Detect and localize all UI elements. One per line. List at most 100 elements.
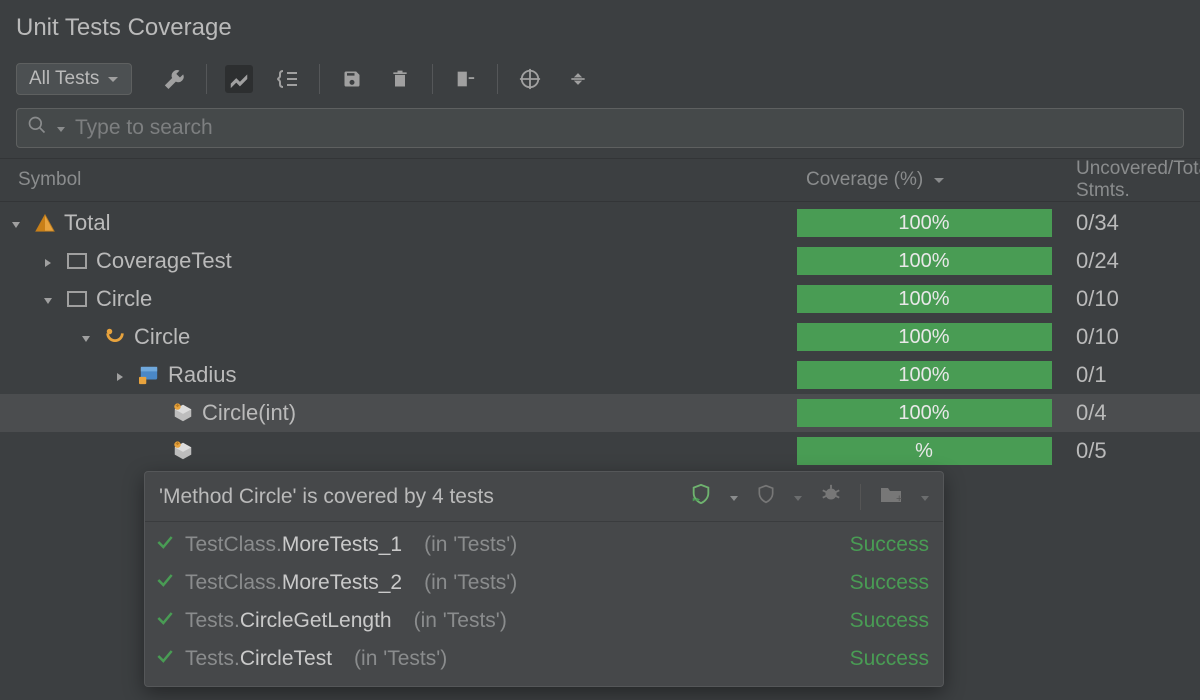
bug-icon[interactable]	[820, 483, 842, 511]
test-status: Success	[850, 533, 929, 557]
uncovered-value: 0/10	[1062, 324, 1200, 350]
target-icon[interactable]	[516, 65, 544, 93]
coverage-bar: 100%	[797, 247, 1052, 275]
chevron-down-icon	[107, 68, 119, 90]
spacer	[148, 405, 164, 421]
tree-row-label: Circle(int)	[202, 400, 296, 426]
panel-title: Unit Tests Coverage	[0, 0, 1200, 56]
coverage-bar: 100%	[797, 209, 1052, 237]
popup-title: 'Method Circle' is covered by 4 tests	[159, 485, 494, 509]
tree-row[interactable]: Radius100%0/1	[0, 356, 1200, 394]
expand-arrow-icon[interactable]	[42, 291, 58, 307]
popup-header: 'Method Circle' is covered by 4 tests +	[145, 472, 943, 522]
shield-run-icon[interactable]	[690, 483, 712, 511]
svg-text:+: +	[896, 493, 902, 504]
toolbar-separator	[497, 64, 498, 94]
folder-add-icon[interactable]: +	[879, 484, 903, 510]
test-location: (in 'Tests')	[424, 533, 517, 557]
column-coverage[interactable]: Coverage (%)	[786, 169, 1062, 191]
popup-body: TestClass.MoreTests_1 (in 'Tests') Success…	[145, 522, 943, 686]
covering-tests-popup: 'Method Circle' is covered by 4 tests + …	[144, 471, 944, 687]
test-location: (in 'Tests')	[354, 647, 447, 671]
column-uncovered-label: Uncovered/Total Stmts.	[1076, 158, 1200, 202]
test-status: Success	[850, 647, 929, 671]
toolbar-separator	[206, 64, 207, 94]
expand-arrow-icon[interactable]	[80, 329, 96, 345]
test-location: (in 'Tests')	[414, 609, 507, 633]
test-status: Success	[850, 609, 929, 633]
toolbar: All Tests	[0, 56, 1200, 108]
toolbar-separator	[319, 64, 320, 94]
column-symbol[interactable]: Symbol	[0, 169, 786, 191]
search-icon	[27, 115, 47, 141]
chevron-down-icon[interactable]	[794, 486, 802, 508]
coverage-bar: 100%	[797, 323, 1052, 351]
test-location: (in 'Tests')	[424, 571, 517, 595]
class-icon	[104, 326, 126, 348]
uncovered-value: 0/10	[1062, 286, 1200, 312]
tree-row-label: CoverageTest	[96, 248, 232, 274]
uncovered-value: 0/34	[1062, 210, 1200, 236]
all-tests-dropdown[interactable]: All Tests	[16, 63, 132, 95]
toolbar-separator	[432, 64, 433, 94]
expand-arrow-icon[interactable]	[42, 253, 58, 269]
uncovered-value: 0/1	[1062, 362, 1200, 388]
chevron-down-icon	[57, 117, 65, 139]
shield-icon[interactable]	[756, 483, 776, 511]
wrench-icon[interactable]	[160, 65, 188, 93]
total-icon	[34, 212, 56, 234]
chevron-down-icon[interactable]	[730, 486, 738, 508]
tree-row-label: Total	[64, 210, 110, 236]
check-icon	[155, 570, 175, 596]
coverage-bar: %	[797, 437, 1052, 465]
test-row[interactable]: TestClass.MoreTests_2 (in 'Tests') Success	[145, 564, 943, 602]
export-icon[interactable]	[451, 65, 479, 93]
test-row[interactable]: Tests.CircleGetLength (in 'Tests') Success	[145, 602, 943, 640]
sort-desc-icon	[933, 169, 945, 191]
trash-icon[interactable]	[386, 65, 414, 93]
braces-icon[interactable]	[273, 65, 301, 93]
test-full-name: Tests.CircleGetLength	[185, 609, 392, 633]
tree-row[interactable]: Circle(int)100%0/4	[0, 394, 1200, 432]
tree-row-label: Circle	[134, 324, 190, 350]
spacer	[148, 443, 164, 459]
save-icon[interactable]	[338, 65, 366, 93]
check-icon	[155, 646, 175, 672]
method-icon	[172, 440, 194, 462]
expand-arrow-icon[interactable]	[10, 215, 26, 231]
ns-icon	[66, 250, 88, 272]
uncovered-value: 0/5	[1062, 438, 1200, 464]
check-icon	[155, 532, 175, 558]
field-icon	[138, 364, 160, 386]
tree-row[interactable]: % 0/5	[0, 432, 1200, 470]
test-row[interactable]: TestClass.MoreTests_1 (in 'Tests') Success	[145, 526, 943, 564]
search-box[interactable]	[16, 108, 1184, 148]
method-icon	[172, 402, 194, 424]
tree-row-label: Circle	[96, 286, 152, 312]
test-full-name: TestClass.MoreTests_1	[185, 533, 402, 557]
tree-row[interactable]: CoverageTest 100% 0/24	[0, 242, 1200, 280]
coverage-tree: Total100%0/34CoverageTest100%0/24Circle1…	[0, 204, 1200, 470]
test-row[interactable]: Tests.CircleTest (in 'Tests') Success	[145, 640, 943, 678]
tree-row[interactable]: Total 100% 0/34	[0, 204, 1200, 242]
search-input[interactable]	[75, 116, 1173, 140]
test-status: Success	[850, 571, 929, 595]
column-symbol-label: Symbol	[18, 169, 81, 191]
tree-row[interactable]: Circle100%0/10	[0, 280, 1200, 318]
test-full-name: TestClass.MoreTests_2	[185, 571, 402, 595]
test-full-name: Tests.CircleTest	[185, 647, 332, 671]
tree-row[interactable]: Circle 100% 0/10	[0, 318, 1200, 356]
expand-arrow-icon[interactable]	[114, 367, 130, 383]
chevron-down-icon[interactable]	[921, 486, 929, 508]
popup-separator	[860, 484, 861, 510]
column-uncovered[interactable]: Uncovered/Total Stmts.	[1062, 158, 1200, 202]
all-tests-label: All Tests	[29, 68, 99, 90]
coverage-bar: 100%	[797, 399, 1052, 427]
ns-icon	[66, 288, 88, 310]
collapse-icon[interactable]	[564, 65, 592, 93]
columns-header: Symbol Coverage (%) Uncovered/Total Stmt…	[0, 158, 1200, 202]
check-icon	[155, 608, 175, 634]
uncovered-value: 0/24	[1062, 248, 1200, 274]
column-coverage-label: Coverage (%)	[806, 169, 923, 191]
highlight-icon[interactable]	[225, 65, 253, 93]
